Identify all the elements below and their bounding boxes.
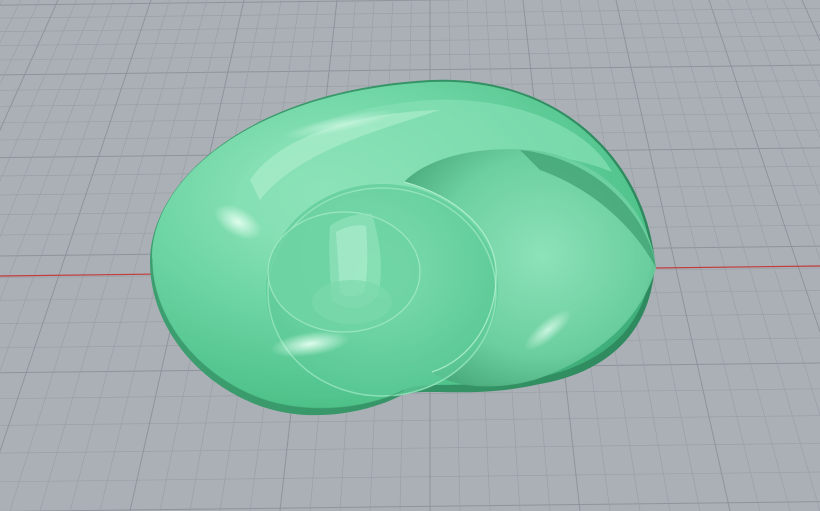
- grid-line-vertical: [708, 0, 820, 334]
- viewport-canvas[interactable]: [0, 0, 820, 511]
- grid-line-horizontal: [0, 442, 820, 454]
- grid-line-vertical: [783, 0, 820, 88]
- grid-line-horizontal: [0, 7, 820, 19]
- grid-line-horizontal: [0, 501, 820, 511]
- grid-line-horizontal: [0, 471, 820, 483]
- grid-line-vertical: [745, 0, 820, 196]
- grid-line-vertical: [652, 0, 791, 511]
- grid-line-vertical: [764, 0, 820, 139]
- 3d-viewport[interactable]: [0, 0, 820, 511]
- grid-line-vertical: [671, 0, 820, 511]
- shell-model[interactable]: [150, 79, 656, 416]
- grid-line-horizontal: [0, 35, 820, 46]
- grid-line-horizontal: [0, 0, 472, 6]
- grid-line-vertical: [801, 0, 820, 42]
